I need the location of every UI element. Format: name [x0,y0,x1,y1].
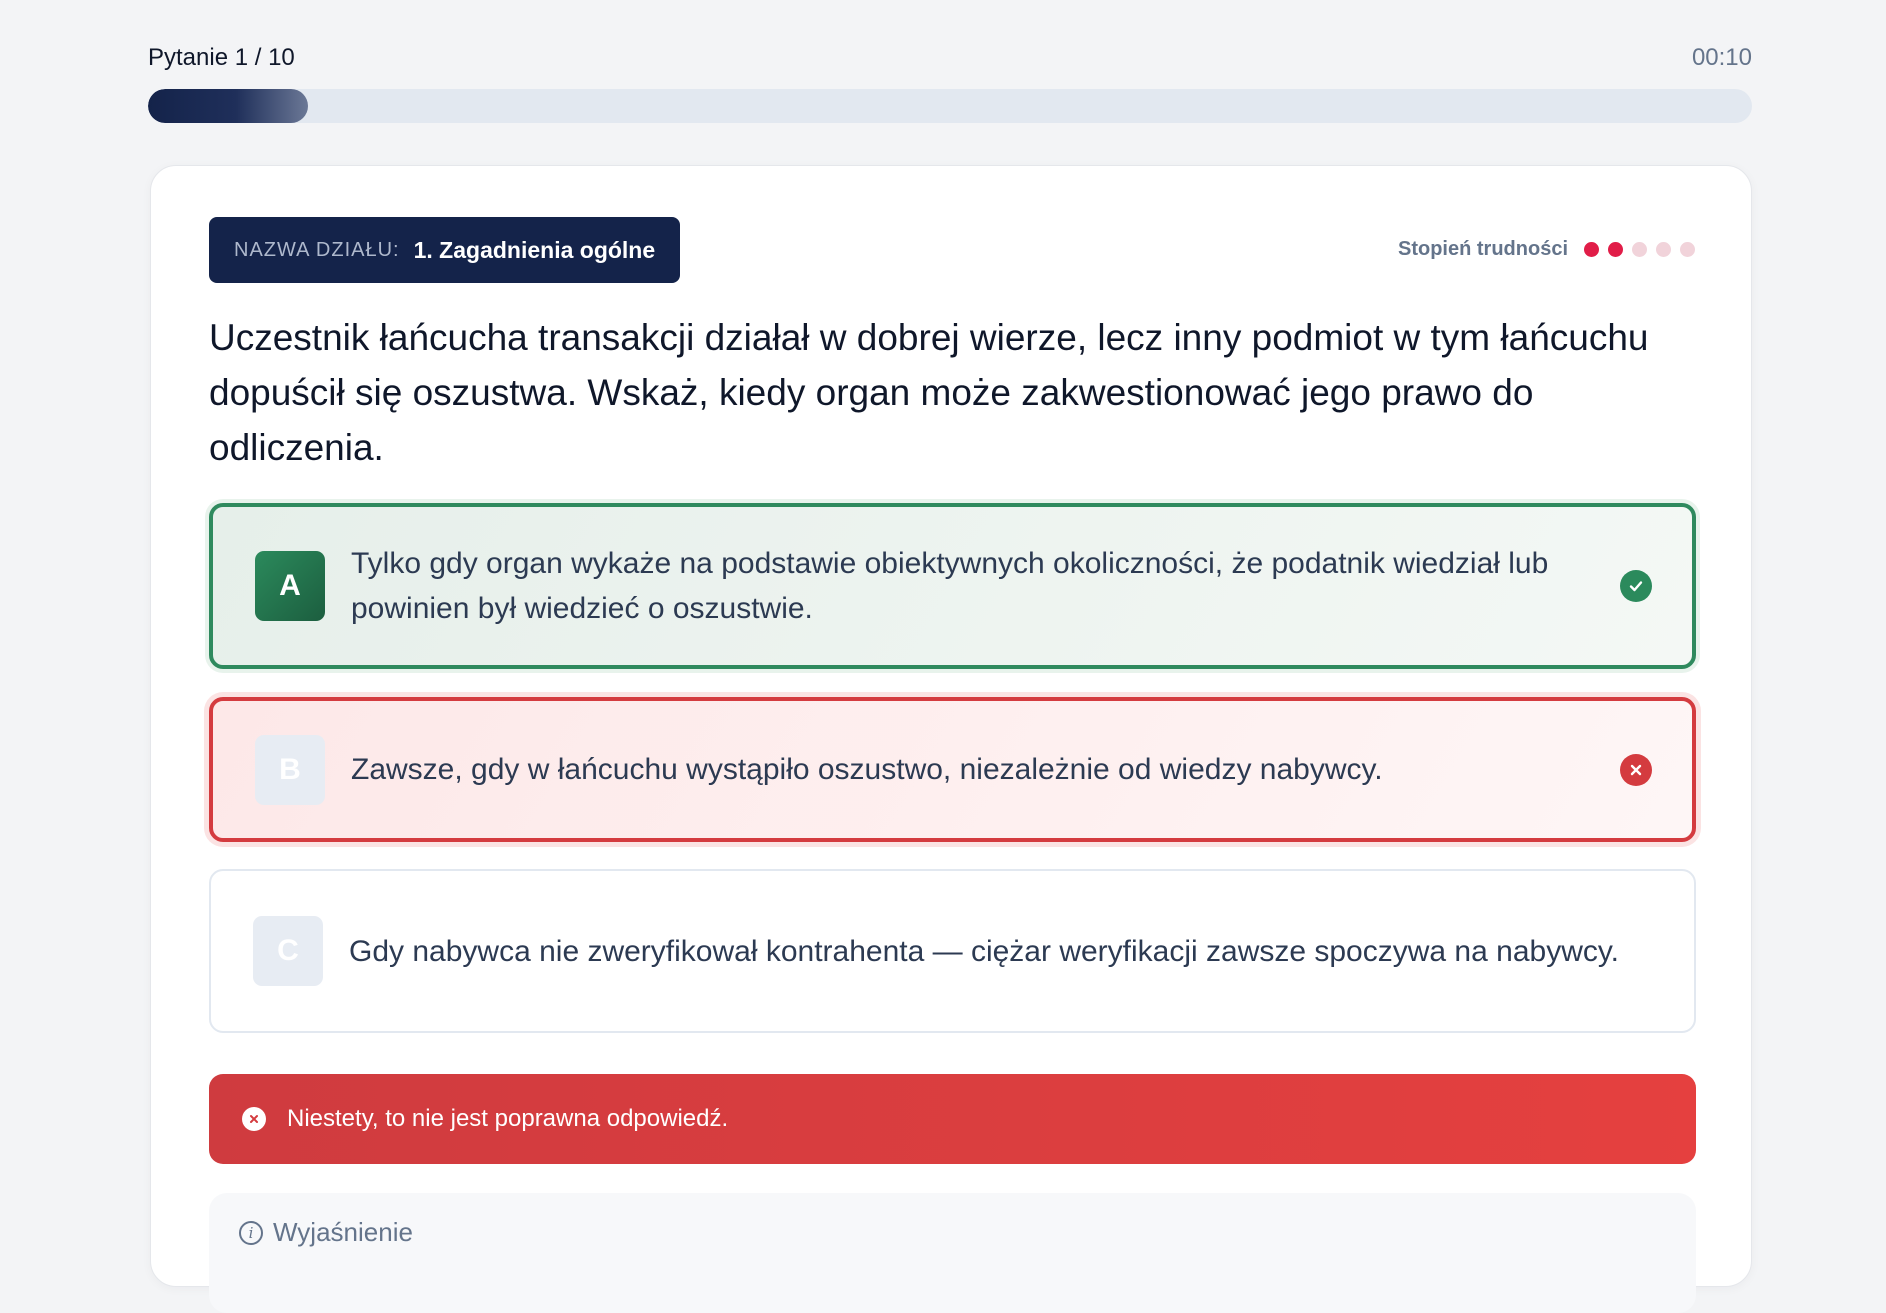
progress-bar [148,89,1752,123]
option-letter: B [255,734,325,805]
section-label: NAZWA DZIAŁU: [234,238,400,261]
option-letter: A [255,551,325,621]
question-counter: Pytanie 1 / 10 [148,44,295,71]
difficulty-indicator: Stopień trudności [1398,238,1695,261]
difficulty-dot-empty [1632,242,1647,257]
difficulty-dot-filled [1608,242,1623,257]
info-icon: i [239,1220,263,1245]
progress-fill [148,89,309,123]
timer: 00:10 [1691,44,1752,71]
check-circle-icon [1620,570,1652,602]
difficulty-label: Stopień trudności [1398,238,1568,260]
option-text: Tylko gdy organ wykaże na podstawie obie… [351,547,1549,625]
section-badge: NAZWA DZIAŁU: 1. Zagadnienia ogólne [209,217,681,283]
question-card: NAZWA DZIAŁU: 1. Zagadnienia ogólne Stop… [150,165,1752,1313]
quiz-header: Pytanie 1 / 10 00:10 [148,44,1752,74]
option-text: Gdy nabywca nie zweryfikował kontrahenta… [349,934,1619,968]
difficulty-dots [1584,242,1695,257]
answer-option-a[interactable]: A Tylko gdy organ wykaże na podstawie ob… [209,503,1696,669]
option-text: Zawsze, gdy w łańcuchu wystąpiło oszustw… [351,753,1383,786]
explanation-panel[interactable]: i Wyjaśnienie [209,1193,1696,1313]
answer-option-c[interactable]: C Gdy nabywca nie zweryfikował kontrahen… [209,869,1696,1033]
question-text: Uczestnik łańcucha transakcji działał w … [209,317,1649,468]
difficulty-dot-filled [1584,242,1599,257]
feedback-banner: Niestety, to nie jest poprawna odpowiedź… [209,1074,1696,1164]
explanation-header[interactable]: i Wyjaśnienie [239,1217,413,1248]
feedback-text: Niestety, to nie jest poprawna odpowiedź… [287,1105,729,1132]
option-letter: C [253,916,323,986]
section-name: 1. Zagadnienia ogólne [413,236,656,263]
difficulty-dot-empty [1680,242,1695,257]
x-circle-icon [242,1107,266,1131]
answer-option-b[interactable]: B Zawsze, gdy w łańcuchu wystąpiło oszus… [209,697,1696,842]
explanation-title: Wyjaśnienie [273,1217,413,1247]
difficulty-dot-empty [1656,242,1671,257]
x-circle-icon [1620,753,1652,786]
